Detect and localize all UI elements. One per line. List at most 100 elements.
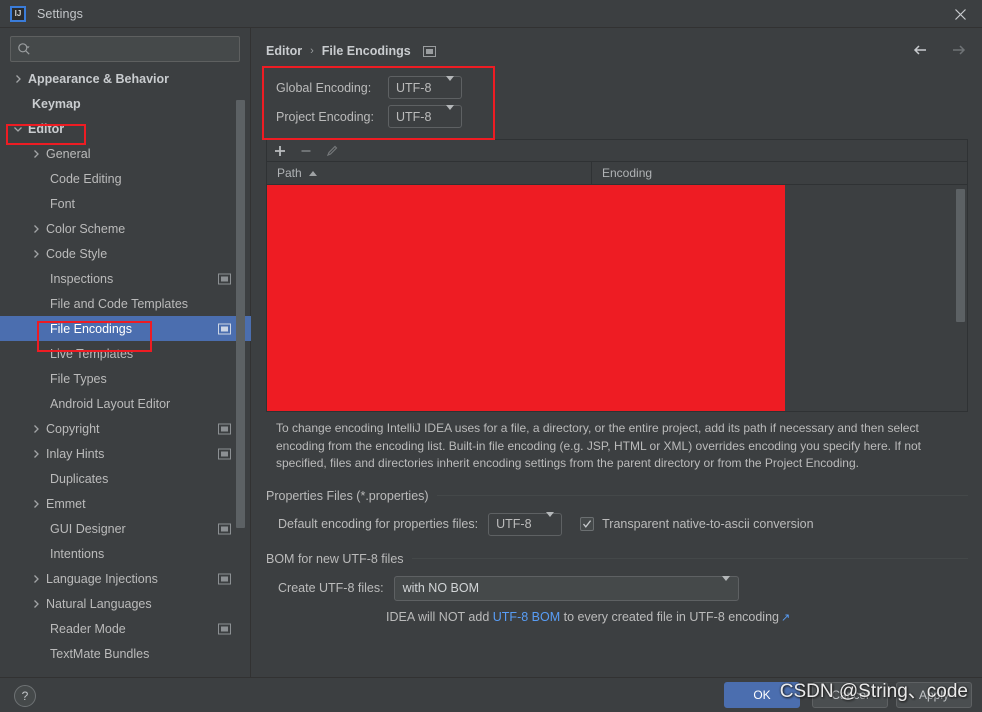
- chevron-right-icon[interactable]: [30, 598, 42, 610]
- project-scope-icon: [218, 623, 231, 634]
- sidebar-item-general[interactable]: General: [0, 141, 251, 166]
- sidebar-item-inlay-hints[interactable]: Inlay Hints: [0, 441, 251, 466]
- sidebar-item-emmet[interactable]: Emmet: [0, 491, 251, 516]
- properties-files-group-header: Properties Files (*.properties): [266, 489, 968, 503]
- apply-button[interactable]: Apply: [896, 682, 972, 708]
- project-scope-icon: [218, 323, 231, 334]
- sidebar-item-editor[interactable]: Editor: [0, 116, 251, 141]
- sidebar-item-file-encodings[interactable]: File Encodings: [0, 316, 251, 341]
- sidebar-item-android-layout-editor[interactable]: Android Layout Editor: [0, 391, 251, 416]
- sidebar-item-font[interactable]: Font: [0, 191, 251, 216]
- sidebar-item-label: Code Style: [46, 246, 108, 261]
- sidebar-item-keymap[interactable]: Keymap: [0, 91, 251, 116]
- sidebar-item-language-injections[interactable]: Language Injections: [0, 566, 251, 591]
- create-utf8-files-row: Create UTF-8 files: with NO BOM: [278, 575, 982, 601]
- sidebar-item-color-scheme[interactable]: Color Scheme: [0, 216, 251, 241]
- transparent-native-to-ascii-checkbox[interactable]: Transparent native-to-ascii conversion: [580, 517, 823, 531]
- search-box[interactable]: [10, 36, 240, 62]
- create-utf8-files-value: with NO BOM: [402, 581, 479, 595]
- sidebar-item-label: Live Templates: [50, 346, 134, 361]
- chevron-down-icon[interactable]: [12, 123, 24, 135]
- cancel-button[interactable]: Cancel: [812, 682, 888, 708]
- chevron-right-icon[interactable]: [30, 223, 42, 235]
- help-button[interactable]: ?: [14, 685, 36, 707]
- chevron-right-icon[interactable]: [30, 498, 42, 510]
- project-scope-icon: [422, 45, 436, 57]
- search-icon: [18, 43, 30, 55]
- sidebar-item-label: Editor: [28, 121, 65, 136]
- sidebar-item-textmate-bundles[interactable]: TextMate Bundles: [0, 641, 251, 666]
- global-encoding-select[interactable]: UTF-8: [388, 75, 462, 99]
- breadcrumb-parent[interactable]: Editor: [266, 44, 302, 58]
- column-header-path-label: Path: [277, 166, 302, 180]
- sidebar-item-code-editing[interactable]: Code Editing: [0, 166, 251, 191]
- bom-note-prefix: IDEA will NOT add: [386, 609, 493, 624]
- sidebar-item-label: Inlay Hints: [46, 446, 105, 461]
- search-input[interactable]: [35, 41, 233, 57]
- utf8-bom-link[interactable]: UTF-8 BOM: [493, 610, 560, 624]
- sidebar-item-label: File Encodings: [50, 321, 132, 336]
- sidebar-item-inspections[interactable]: Inspections: [0, 266, 251, 291]
- title-bar: IJ Settings: [0, 0, 982, 28]
- sidebar-item-natural-languages[interactable]: Natural Languages: [0, 591, 251, 616]
- project-encoding-select[interactable]: UTF-8: [388, 104, 462, 128]
- bom-note: IDEA will NOT add UTF-8 BOM to every cre…: [386, 610, 982, 624]
- bom-group-title: BOM for new UTF-8 files: [266, 551, 404, 566]
- sidebar-item-label: File Types: [50, 371, 107, 386]
- sidebar-item-label: Language Injections: [46, 571, 158, 586]
- sidebar-item-intentions[interactable]: Intentions: [0, 541, 251, 566]
- sidebar-item-gui-designer[interactable]: GUI Designer: [0, 516, 251, 541]
- column-header-encoding[interactable]: Encoding: [592, 162, 967, 184]
- sidebar-item-copyright[interactable]: Copyright: [0, 416, 251, 441]
- edit-pencil-icon[interactable]: [325, 144, 339, 158]
- chevron-right-icon[interactable]: [30, 573, 42, 585]
- checkmark-icon: [583, 520, 592, 528]
- default-properties-encoding-select[interactable]: UTF-8: [488, 512, 563, 536]
- sidebar-item-file-and-code-templates[interactable]: File and Code Templates: [0, 291, 251, 316]
- sidebar-item-reader-mode[interactable]: Reader Mode: [0, 616, 251, 641]
- sidebar-item-appearance-behavior[interactable]: Appearance & Behavior: [0, 66, 251, 91]
- transparent-native-to-ascii-label: Transparent native-to-ascii conversion: [602, 517, 814, 531]
- search-container: [0, 28, 250, 62]
- sidebar-item-label: GUI Designer: [50, 521, 126, 536]
- sidebar-item-file-types[interactable]: File Types: [0, 366, 251, 391]
- column-header-path[interactable]: Path: [267, 162, 592, 184]
- project-encoding-label: Project Encoding:: [276, 109, 374, 124]
- global-encoding-label: Global Encoding:: [276, 80, 372, 95]
- sidebar-item-label: Inspections: [50, 271, 114, 286]
- sidebar-scrollbar-track[interactable]: [236, 66, 248, 677]
- project-scope-icon: [218, 523, 231, 534]
- table-body: [267, 185, 967, 411]
- sidebar-item-duplicates[interactable]: Duplicates: [0, 466, 251, 491]
- bom-note-suffix: to every created file in UTF-8 encoding: [560, 609, 779, 624]
- sidebar-item-live-templates[interactable]: Live Templates: [0, 341, 251, 366]
- add-icon[interactable]: [273, 144, 287, 158]
- external-link-icon[interactable]: ↗: [781, 612, 790, 624]
- sidebar-item-label: General: [46, 146, 91, 161]
- breadcrumb-separator-icon: ›: [310, 45, 314, 57]
- encodings-table: Path Encoding: [266, 161, 968, 412]
- table-header-row: Path Encoding: [267, 162, 967, 185]
- sidebar-item-label: Keymap: [32, 96, 81, 111]
- sidebar-scrollbar-thumb[interactable]: [236, 100, 245, 528]
- sidebar-item-label: Reader Mode: [50, 621, 126, 636]
- ok-button[interactable]: OK: [724, 682, 800, 708]
- chevron-right-icon[interactable]: [30, 148, 42, 160]
- chevron-right-icon[interactable]: [30, 448, 42, 460]
- back-arrow-icon[interactable]: [911, 41, 931, 59]
- settings-dialog: IJ Settings Appearance & Behavior Keymap E…: [0, 0, 982, 712]
- forward-arrow-icon[interactable]: [948, 41, 968, 59]
- sidebar-item-code-style[interactable]: Code Style: [0, 241, 251, 266]
- chevron-right-icon[interactable]: [12, 73, 24, 85]
- breadcrumb: Editor › File Encodings: [252, 35, 982, 67]
- sidebar-item-label: Duplicates: [50, 471, 109, 486]
- default-properties-encoding-value: UTF-8: [496, 517, 532, 531]
- chevron-down-icon: [446, 75, 454, 95]
- chevron-right-icon[interactable]: [30, 248, 42, 260]
- close-icon[interactable]: [938, 0, 982, 28]
- create-utf8-files-select[interactable]: with NO BOM: [393, 575, 739, 601]
- remove-icon[interactable]: [299, 144, 313, 158]
- table-scrollbar-thumb[interactable]: [956, 189, 965, 322]
- group-divider: [436, 495, 968, 496]
- chevron-right-icon[interactable]: [30, 423, 42, 435]
